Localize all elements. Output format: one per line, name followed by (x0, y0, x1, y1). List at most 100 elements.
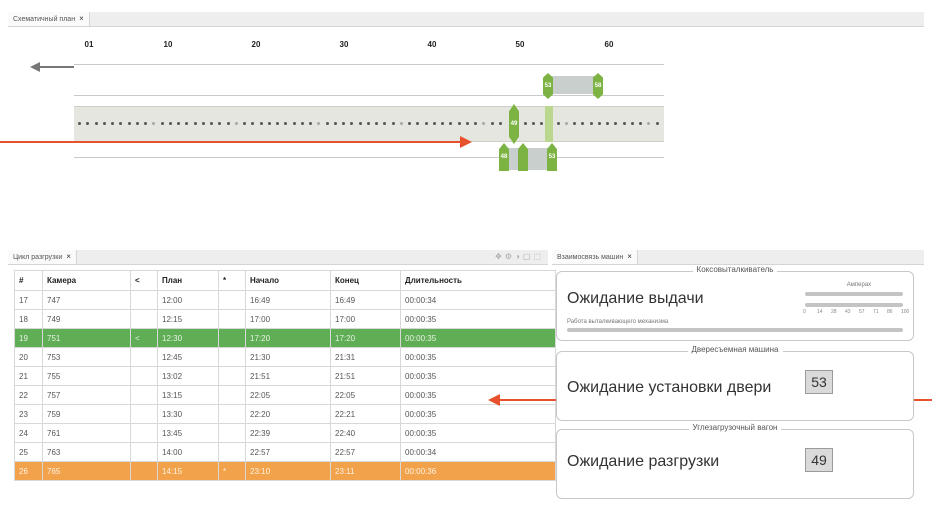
scale-tick-label: 0 (803, 309, 806, 315)
oven-dot[interactable] (432, 122, 436, 125)
table-cell: 21:51 (245, 366, 331, 386)
restore-icon[interactable]: ▢ (523, 252, 534, 261)
table-cell: 12:00 (157, 290, 219, 310)
oven-dot[interactable] (243, 122, 246, 125)
oven-dot[interactable] (226, 122, 230, 125)
column-header[interactable]: < (130, 270, 158, 291)
oven-dot[interactable] (342, 122, 345, 125)
oven-dot[interactable] (366, 122, 370, 125)
close-icon[interactable]: × (79, 14, 84, 23)
oven-dot[interactable] (655, 122, 659, 125)
table-row[interactable]: 22 757 13:15 22:05 22:05 00:00:35 (14, 385, 556, 405)
gear-icon[interactable]: ⚙ (505, 252, 515, 261)
oven-dot[interactable] (193, 122, 197, 125)
coke-pusher-subtitle: Работа выталкивающего механизма (567, 319, 669, 325)
oven-dot[interactable] (358, 122, 362, 125)
column-header[interactable]: Камера (42, 270, 131, 291)
table-row[interactable]: 19 751 <12:30 17:20 17:20 00:00:35 (14, 328, 556, 348)
oven-dot[interactable] (424, 122, 428, 125)
oven-dot[interactable] (168, 122, 172, 125)
close-icon[interactable]: × (627, 252, 632, 261)
move-icon[interactable]: ✥ (495, 252, 505, 261)
table-cell: 12:30 (157, 328, 219, 348)
table-row[interactable]: 25 763 14:00 22:57 22:57 00:00:34 (14, 442, 556, 462)
oven-dot[interactable] (111, 122, 114, 125)
oven-dot[interactable] (531, 122, 535, 125)
highlight-column (545, 106, 553, 142)
oven-dot[interactable] (408, 122, 411, 125)
charging-car-status: Ожидание разгрузки (567, 453, 720, 470)
tab-machines[interactable]: Взаимосвязь машин × (552, 250, 638, 264)
marker-mid[interactable]: 49 (509, 104, 519, 144)
table-cell: 00:00:34 (400, 290, 556, 310)
table-row[interactable]: 20 753 12:45 21:30 21:31 00:00:35 (14, 347, 556, 367)
table-cell (130, 366, 158, 386)
marker-mid-label: 49 (510, 121, 518, 127)
oven-dot[interactable] (144, 122, 147, 125)
oven-dot[interactable] (201, 122, 205, 125)
column-header[interactable]: Длительность (400, 270, 556, 291)
oven-dot[interactable] (267, 122, 271, 125)
marker-upper-right-label: 58 (594, 83, 602, 89)
oven-dot[interactable] (391, 122, 395, 125)
oven-dot[interactable] (639, 122, 642, 125)
oven-dot[interactable] (127, 122, 131, 125)
oven-dot[interactable] (474, 122, 477, 125)
oven-dot[interactable] (234, 122, 238, 125)
oven-dot[interactable] (210, 122, 213, 125)
marker-upper-right[interactable]: 58 (593, 73, 603, 99)
table-row[interactable]: 23 759 13:30 22:20 22:21 00:00:35 (14, 404, 556, 424)
oven-dot[interactable] (441, 122, 444, 125)
oven-dot[interactable] (333, 122, 337, 125)
column-header[interactable]: План (157, 270, 219, 291)
table-row[interactable]: 24 761 13:45 22:39 22:40 00:00:35 (14, 423, 556, 443)
ammeter-bar (805, 303, 903, 307)
marker-upper-left[interactable]: 53 (543, 73, 553, 99)
column-header[interactable]: Начало (245, 270, 331, 291)
close-icon[interactable]: × (66, 252, 71, 261)
table-row[interactable]: 18 749 12:15 17:00 17:00 00:00:35 (14, 309, 556, 329)
oven-dot[interactable] (556, 122, 560, 125)
oven-dot[interactable] (399, 122, 403, 125)
oven-dot[interactable] (160, 122, 164, 125)
oven-dot[interactable] (597, 122, 601, 125)
oven-dot[interactable] (94, 122, 98, 125)
oven-dot[interactable] (78, 122, 81, 125)
oven-dot[interactable] (309, 122, 312, 125)
column-header[interactable]: Конец (330, 270, 401, 291)
oven-dot[interactable] (457, 122, 461, 125)
oven-dot[interactable] (622, 122, 626, 125)
tab-schematic-label: Схематичный план (13, 16, 76, 23)
oven-dot[interactable] (498, 122, 502, 125)
marker-upper-left-label: 53 (544, 83, 552, 89)
ruler-tick-label: 40 (427, 40, 437, 49)
oven-dot[interactable] (102, 122, 106, 125)
oven-dot[interactable] (325, 122, 329, 125)
contrast-icon[interactable]: ◑ (515, 252, 523, 261)
oven-dot[interactable] (523, 122, 527, 125)
oven-dot[interactable] (540, 122, 543, 125)
oven-dot[interactable] (490, 122, 494, 125)
table-row[interactable]: 21 755 13:02 21:51 21:51 00:00:35 (14, 366, 556, 386)
oven-dot[interactable] (276, 122, 279, 125)
oven-dot[interactable] (375, 122, 378, 125)
tab-cycle[interactable]: Цикл разгрузки × (8, 250, 77, 264)
oven-dot[interactable] (292, 122, 296, 125)
oven-dot[interactable] (177, 122, 180, 125)
table-row[interactable]: 26 765 14:15 * 23:10 23:11 00:00:36 (14, 461, 556, 481)
oven-dot[interactable] (300, 122, 304, 125)
oven-dot[interactable] (259, 122, 263, 125)
tab-schematic[interactable]: Схематичный план × (8, 12, 90, 26)
oven-dot[interactable] (135, 122, 139, 125)
maximize-icon[interactable]: ⬚ (533, 252, 544, 261)
oven-dot[interactable] (589, 122, 593, 125)
column-header[interactable]: # (14, 270, 43, 291)
table-cell: 761 (42, 423, 131, 443)
oven-dot[interactable] (606, 122, 609, 125)
column-header[interactable]: * (218, 270, 246, 291)
oven-dot[interactable] (564, 122, 568, 125)
oven-dot[interactable] (573, 122, 576, 125)
oven-dot[interactable] (630, 122, 634, 125)
table-row[interactable]: 17 747 12:00 16:49 16:49 00:00:34 (14, 290, 556, 310)
oven-dot[interactable] (465, 122, 469, 125)
